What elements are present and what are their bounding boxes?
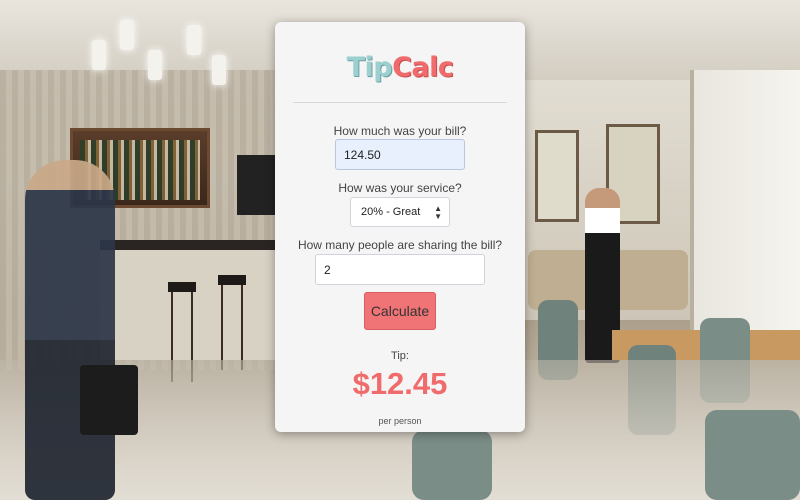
- tip-calculator-card: TipCalc How much was your bill? How was …: [275, 22, 525, 432]
- people-count-input[interactable]: [315, 254, 485, 285]
- logo-tip-text: Tip: [346, 52, 393, 83]
- service-label: How was your service?: [338, 181, 462, 195]
- divider: [293, 102, 507, 103]
- per-person-label: per person: [378, 416, 422, 426]
- tip-label: Tip:: [391, 350, 409, 362]
- tip-amount: $12.45: [352, 366, 448, 401]
- calculate-button[interactable]: Calculate: [364, 292, 436, 330]
- people-label: How many people are sharing the bill?: [297, 238, 503, 252]
- select-caret-icon: ▲ ▼: [434, 204, 442, 221]
- service-selected-value: 20% - Great: [361, 206, 421, 218]
- logo-calc-text: Calc: [392, 52, 454, 83]
- bill-label: How much was your bill?: [333, 124, 467, 138]
- bill-amount-input[interactable]: [335, 139, 465, 170]
- app-logo: TipCalc: [275, 52, 525, 83]
- service-quality-select[interactable]: 20% - Great ▲ ▼: [350, 197, 450, 227]
